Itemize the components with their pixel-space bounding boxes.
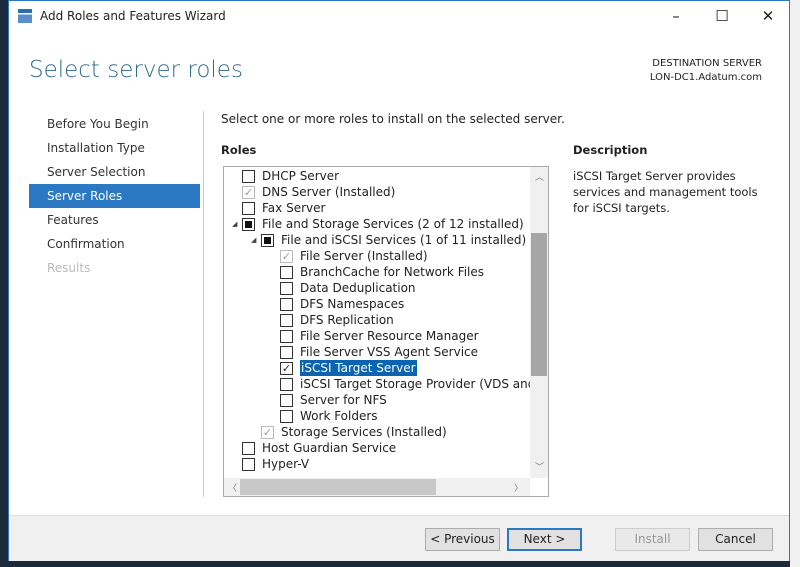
role-checkbox[interactable] [280,329,293,343]
role-checkbox[interactable] [242,217,255,231]
role-label: File and Storage Services (2 of 12 insta… [262,217,524,231]
role-label: DHCP Server [262,169,340,183]
wizard-app-icon [18,9,32,23]
role-checkbox[interactable]: ✓ [261,425,274,439]
horizontal-scrollbar[interactable]: 〈 〉 [224,478,530,496]
role-item[interactable]: Data Deduplication [270,280,416,296]
role-item[interactable]: Host Guardian Service [232,440,396,456]
role-item[interactable]: Hyper-V [232,456,309,472]
role-item[interactable]: DFS Namespaces [270,296,404,312]
divider [203,111,204,497]
nav-item-results: Results [47,261,91,275]
nav-item-confirmation[interactable]: Confirmation [29,232,200,256]
page-title: Select server roles [29,57,243,83]
maximize-button[interactable]: ☐ [699,1,745,31]
role-checkbox[interactable] [280,377,293,391]
destination-server-name: LON-DC1.Adatum.com [649,72,762,83]
role-label: Server for NFS [300,393,387,407]
desktop-background [790,0,800,567]
close-button[interactable]: ✕ [745,1,791,31]
role-label: DFS Replication [300,313,394,327]
role-item[interactable]: ✓ iSCSI Target Server [270,360,417,376]
role-checkbox[interactable]: ✓ [280,249,293,263]
wizard-nav: Before You Begin Installation Type Server … [29,112,200,280]
role-checkbox[interactable] [280,393,293,407]
role-checkbox[interactable] [242,201,255,215]
vertical-scrollbar[interactable]: ︿ ﹀ [530,167,548,478]
role-checkbox[interactable] [242,441,255,455]
role-label: File Server Resource Manager [300,329,479,343]
role-label: DFS Namespaces [300,297,405,311]
role-item[interactable]: DHCP Server [232,168,339,184]
role-label: BranchCache for Network Files [300,265,485,279]
role-checkbox[interactable] [242,457,255,471]
expand-arrow-icon[interactable]: ◢ [251,232,261,248]
scroll-right-icon[interactable]: 〉 [514,481,523,494]
role-item[interactable]: Work Folders [270,408,378,424]
role-checkbox[interactable] [280,345,293,359]
role-label: Hyper-V [262,457,310,471]
role-item[interactable]: BranchCache for Network Files [270,264,484,280]
role-checkbox[interactable] [280,297,293,311]
nav-item-installation-type[interactable]: Installation Type [29,136,200,160]
role-label: Storage Services (Installed) [281,425,447,439]
nav-item-server-roles[interactable]: Server Roles [29,184,200,208]
role-label: DNS Server (Installed) [262,185,396,199]
nav-item-features[interactable]: Features [29,208,200,232]
role-label: Fax Server [262,201,326,215]
window-title: Add Roles and Features Wizard [40,9,226,23]
role-label: File Server (Installed) [300,249,428,263]
role-item[interactable]: Fax Server [232,200,325,216]
description-text: iSCSI Target Server provides services an… [573,169,758,215]
role-item[interactable]: ✓ Storage Services (Installed) [251,424,447,440]
role-item[interactable]: ✓ File Server (Installed) [270,248,428,264]
role-item[interactable]: ✓ DNS Server (Installed) [232,184,395,200]
vertical-scroll-thumb[interactable] [531,233,547,376]
role-checkbox[interactable]: ✓ [242,185,255,199]
role-label: Work Folders [300,409,378,423]
scroll-up-icon[interactable]: ︿ [535,170,544,183]
role-checkbox[interactable] [280,265,293,279]
expand-arrow-icon[interactable]: ◢ [232,216,242,232]
role-item[interactable]: ◢ File and Storage Services (2 of 12 inst… [232,216,524,232]
next-button[interactable]: Next > [507,528,582,551]
roles-heading: Roles [221,143,257,157]
role-label: iSCSI Target Server [300,360,417,376]
role-checkbox[interactable] [280,281,293,295]
scroll-down-icon[interactable]: ﹀ [535,460,544,473]
destination-label: DESTINATION SERVER [652,58,762,69]
role-label: File and iSCSI Services (1 of 11 install… [281,233,527,247]
scroll-left-icon[interactable]: 〈 [228,481,237,494]
role-checkbox[interactable] [280,313,293,327]
role-label: File Server VSS Agent Service [300,345,479,359]
instruction-text: Select one or more roles to install on t… [221,112,565,126]
role-item[interactable]: Server for NFS [270,392,387,408]
role-checkbox[interactable]: ✓ [280,361,293,375]
role-item[interactable]: File Server Resource Manager [270,328,479,344]
cancel-button[interactable]: Cancel [698,528,773,551]
role-item[interactable]: DFS Replication [270,312,394,328]
destination-server: DESTINATION SERVER LON-DC1.Adatum.com [650,57,762,85]
role-item[interactable]: File Server VSS Agent Service [270,344,478,360]
minimize-button[interactable]: – [653,1,699,31]
role-label: Data Deduplication [300,281,416,295]
role-checkbox[interactable] [280,409,293,423]
previous-button[interactable]: < Previous [425,528,500,551]
nav-item-before-you-begin[interactable]: Before You Begin [29,112,200,136]
role-checkbox[interactable] [242,169,255,183]
role-label: Host Guardian Service [262,441,397,455]
role-label: iSCSI Target Storage Provider (VDS and V… [300,377,530,391]
role-checkbox[interactable] [261,233,274,247]
title-bar: Add Roles and Features Wizard – ☐ ✕ [9,1,789,31]
nav-item-server-selection[interactable]: Server Selection [29,160,200,184]
role-item[interactable]: ◢ File and iSCSI Services (1 of 11 instal… [251,232,526,248]
horizontal-scroll-thumb[interactable] [240,479,436,495]
install-button[interactable]: Install [615,528,690,551]
roles-tree[interactable]: DHCP Server ✓ DNS Server (Installed) Fax Se… [223,166,549,497]
wizard-window: Add Roles and Features Wizard – ☐ ✕ Sele… [8,0,790,561]
role-item[interactable]: iSCSI Target Storage Provider (VDS and V… [270,376,530,392]
description-heading: Description [573,143,648,157]
